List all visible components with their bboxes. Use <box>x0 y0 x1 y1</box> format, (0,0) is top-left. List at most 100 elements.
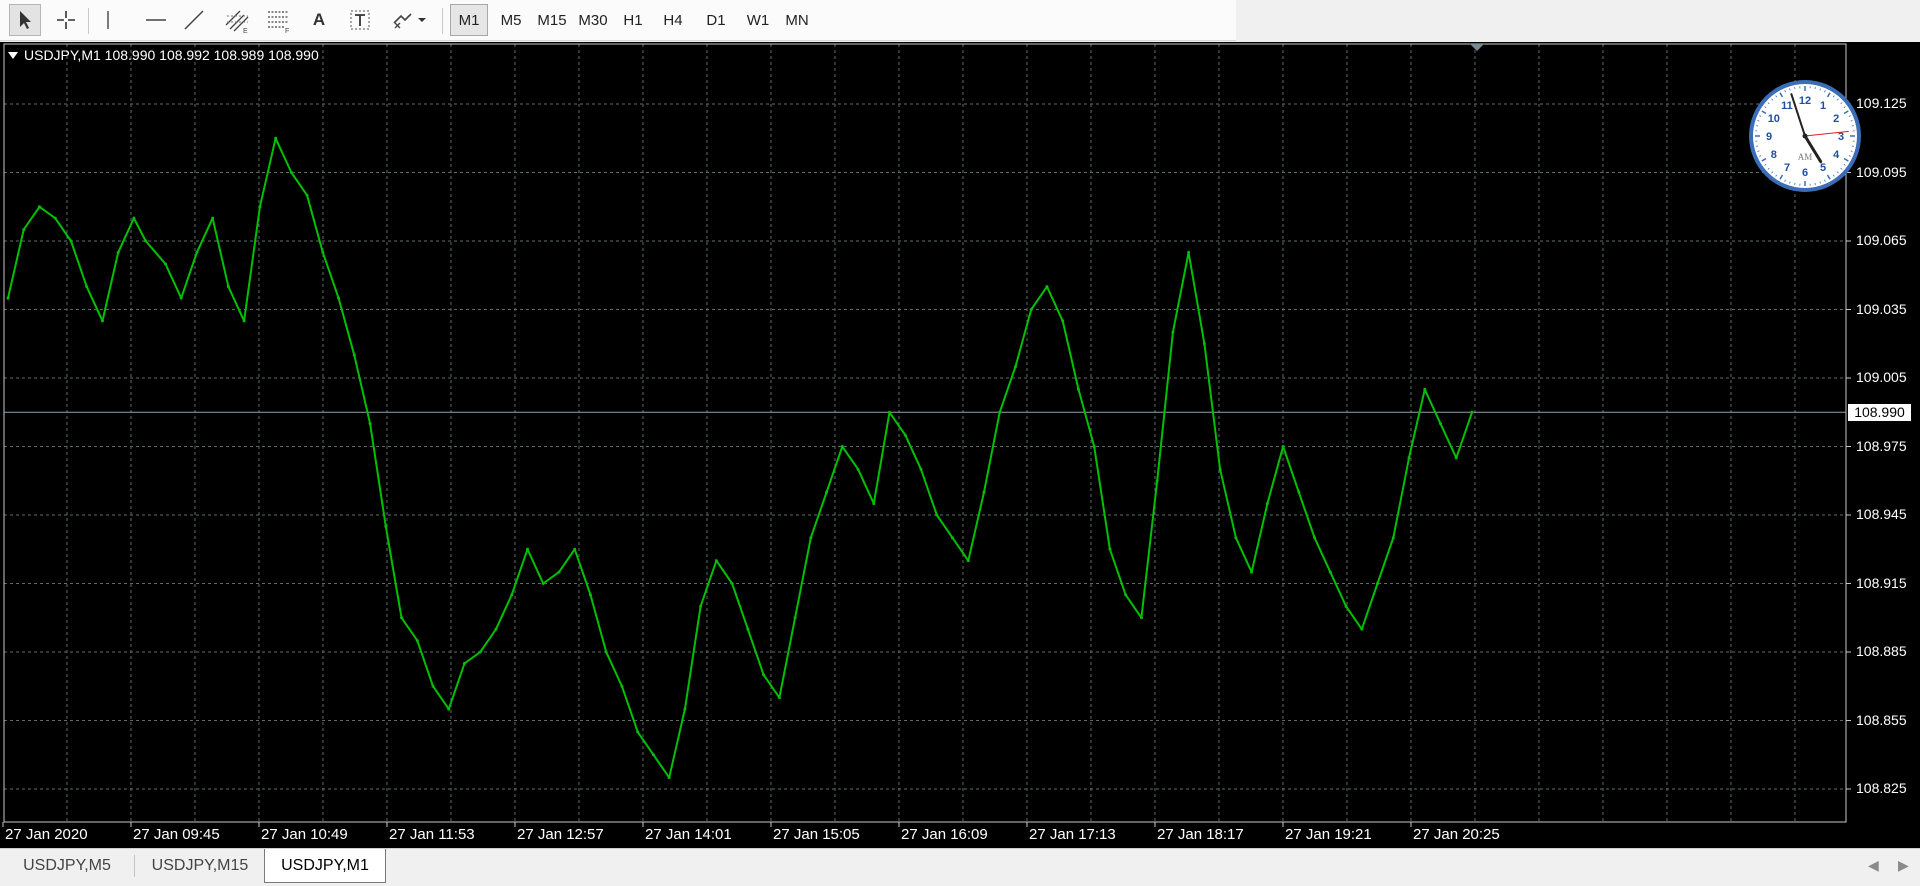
trendline-icon <box>183 9 205 31</box>
price-point <box>809 536 813 540</box>
price-point <box>762 673 766 677</box>
price-point <box>588 593 592 597</box>
text-tool-button[interactable]: A <box>306 4 332 36</box>
tab-usdjpy-m15[interactable]: USDJPY,M15 <box>138 850 262 881</box>
price-point <box>415 639 419 643</box>
price-point <box>888 410 892 414</box>
price-tick-label: 109.095 <box>1856 163 1907 180</box>
equidistant-channel-icon: E <box>224 7 250 33</box>
clock-number: 7 <box>1784 162 1790 174</box>
price-point <box>1092 445 1096 448</box>
price-point <box>966 559 970 563</box>
price-series <box>6 136 1474 780</box>
fibonacci-button[interactable]: F <box>264 4 294 36</box>
price-point <box>6 296 10 300</box>
price-point <box>951 536 955 540</box>
chart-window[interactable]: 12 1 2 3 4 5 6 7 8 9 10 11 AM USDJPY,M1 108.990 108.… <box>0 42 1920 848</box>
price-point <box>163 262 167 266</box>
crosshair-tool-button[interactable] <box>50 4 82 36</box>
price-point <box>714 559 718 563</box>
price-point <box>305 193 309 197</box>
price-point <box>226 285 230 289</box>
price-line <box>7 137 1473 779</box>
timeframe-d1-button[interactable]: D1 <box>698 4 734 36</box>
price-point <box>1234 536 1238 540</box>
price-point <box>840 445 844 448</box>
price-point <box>1297 490 1301 494</box>
price-point <box>777 696 781 700</box>
price-point <box>1045 285 1049 289</box>
clock-number: 6 <box>1802 167 1808 179</box>
clock-number: 9 <box>1766 131 1772 143</box>
timeframe-mn-button[interactable]: MN <box>778 4 816 36</box>
price-chart[interactable]: 12 1234567891011AM <box>0 42 1920 848</box>
price-point <box>1454 456 1458 460</box>
price-tick-label: 108.825 <box>1856 780 1907 796</box>
price-point <box>144 239 148 243</box>
crosshair-icon <box>55 9 77 31</box>
timeframe-m30-button[interactable]: M30 <box>573 4 613 36</box>
price-point <box>620 684 624 688</box>
price-point <box>746 627 750 631</box>
timeframe-m15-button[interactable]: M15 <box>532 4 572 36</box>
price-point <box>1187 250 1191 254</box>
svg-text:F: F <box>285 28 289 33</box>
price-point <box>1076 387 1080 391</box>
price-point <box>683 707 687 711</box>
price-point <box>321 250 325 254</box>
price-point <box>400 616 404 620</box>
time-tick-label: 27 Jan 2020 <box>5 826 88 843</box>
price-point <box>903 433 907 437</box>
trendline-button[interactable] <box>180 4 208 36</box>
price-point <box>1061 319 1065 323</box>
price-point <box>1391 536 1395 540</box>
price-point <box>1281 445 1285 448</box>
horizontal-line-button[interactable] <box>142 4 170 36</box>
price-point <box>1407 456 1411 460</box>
arrows-dropdown-button[interactable] <box>386 4 432 36</box>
plot-border <box>3 43 1847 823</box>
tab-usdjpy-m1[interactable]: USDJPY,M1 <box>264 849 386 883</box>
timeframe-w1-button[interactable]: W1 <box>740 4 776 36</box>
fibonacci-icon: F <box>266 7 292 33</box>
price-point <box>1313 536 1317 540</box>
price-point <box>636 730 640 734</box>
price-point <box>1171 330 1175 334</box>
price-point <box>22 228 26 232</box>
price-point <box>1250 570 1254 574</box>
price-point <box>1344 604 1348 608</box>
vertical-line-icon <box>103 9 113 31</box>
equidistant-channel-button[interactable]: E <box>222 4 252 36</box>
tab-usdjpy-m5[interactable]: USDJPY,M5 <box>6 850 128 881</box>
price-point <box>100 319 104 323</box>
price-point <box>541 582 545 585</box>
price-tick-label: 109.065 <box>1856 232 1907 248</box>
price-point <box>463 661 467 665</box>
text-label-button[interactable] <box>346 4 374 36</box>
price-axis-ticks <box>2 103 1851 827</box>
price-point <box>998 410 1002 414</box>
time-tick-label: 27 Jan 15:05 <box>773 826 860 843</box>
timeframe-m5-button[interactable]: M5 <box>492 4 530 36</box>
time-tick-label: 27 Jan 20:25 <box>1413 826 1500 843</box>
time-tick-label: 27 Jan 12:57 <box>517 826 604 843</box>
scroll-right-icon[interactable]: ▶ <box>1898 857 1909 874</box>
collapse-triangle-icon[interactable] <box>8 51 18 59</box>
clock-number: 10 <box>1768 113 1780 125</box>
symbol-quote-text: USDJPY,M1 108.990 108.992 108.989 108.99… <box>24 47 319 63</box>
price-point <box>699 604 703 608</box>
timeframe-m1-button[interactable]: M1 <box>450 4 488 36</box>
timeframe-h4-button[interactable]: H4 <box>655 4 691 36</box>
horizontal-line-icon <box>145 15 167 25</box>
price-point <box>1218 467 1222 471</box>
vertical-line-button[interactable] <box>96 4 120 36</box>
price-tick-label: 108.945 <box>1856 506 1907 522</box>
price-point <box>1328 570 1332 574</box>
clock-number: 11 <box>1781 100 1793 112</box>
price-tick-label: 108.975 <box>1856 437 1907 454</box>
price-point <box>116 250 120 254</box>
cursor-tool-button[interactable] <box>9 4 41 36</box>
scroll-left-icon[interactable]: ◀ <box>1868 857 1879 874</box>
chart-frame-border <box>3 43 1847 823</box>
timeframe-h1-button[interactable]: H1 <box>615 4 651 36</box>
